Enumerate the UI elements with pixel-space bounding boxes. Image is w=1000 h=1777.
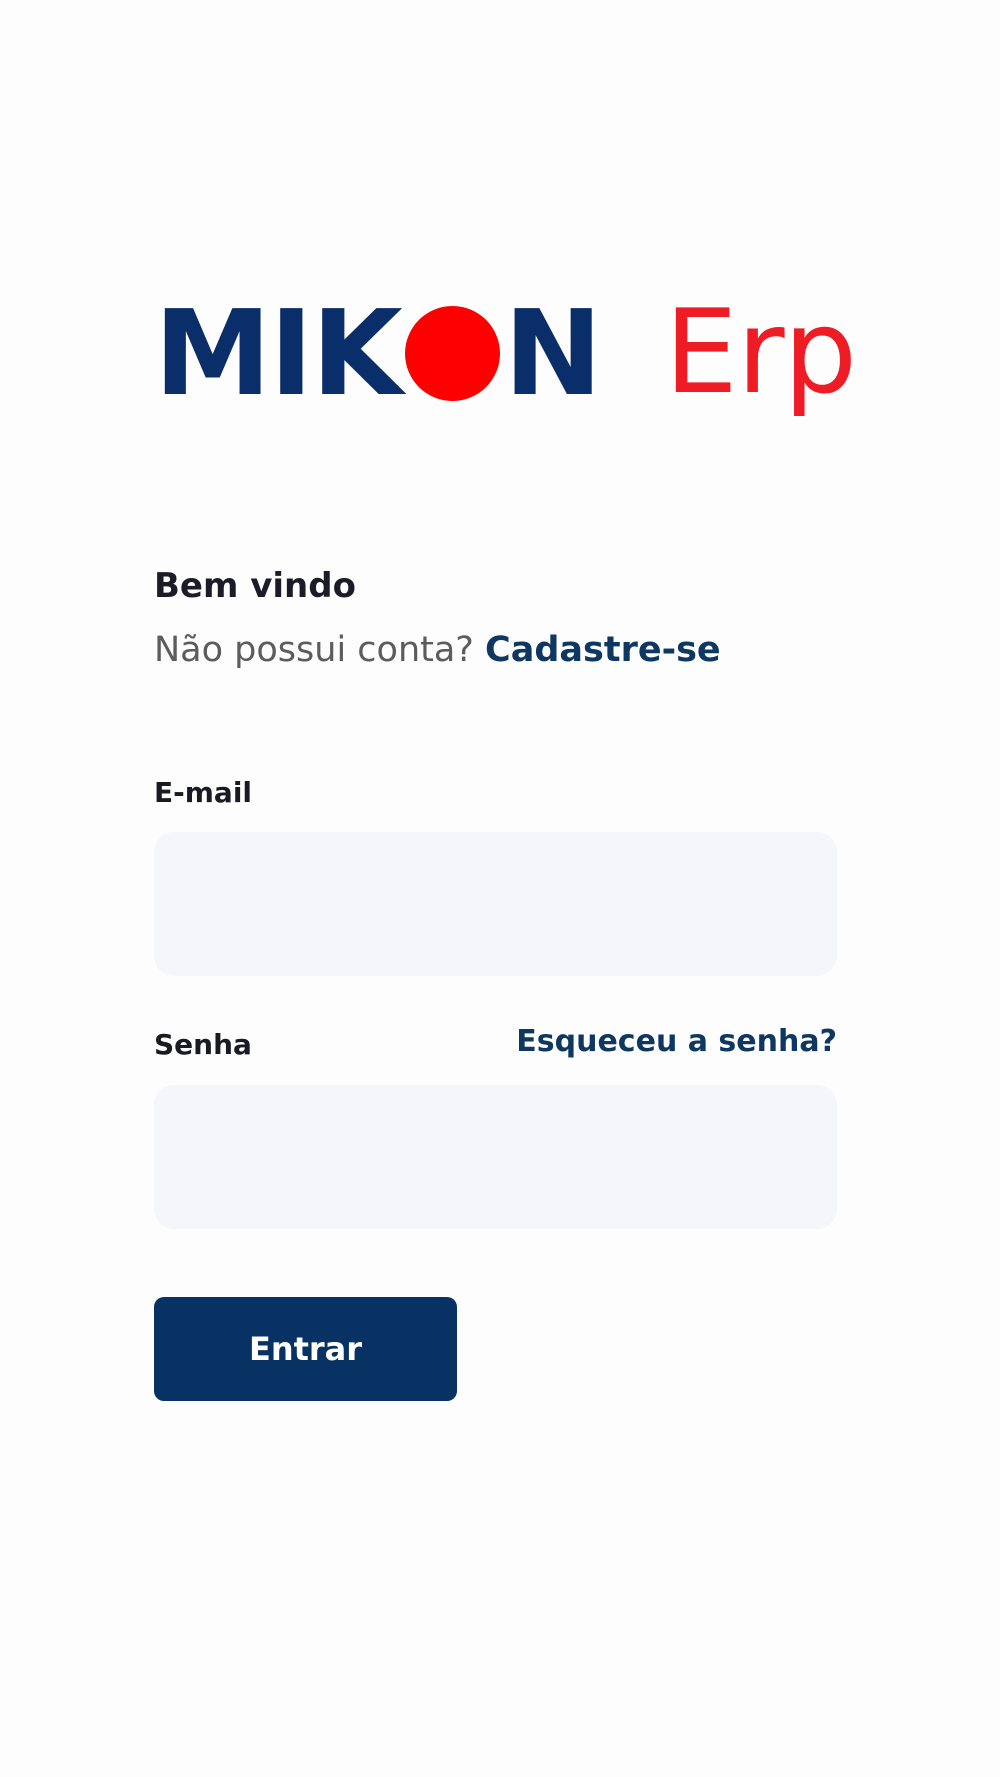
email-label: E-mail — [154, 776, 253, 809]
login-button[interactable]: Entrar — [154, 1297, 457, 1401]
logo-text-suffix: N — [503, 284, 603, 422]
logo-red-circle — [404, 305, 500, 401]
signup-prompt: Não possui conta? Cadastre-se — [154, 630, 721, 670]
welcome-title: Bem vindo — [154, 566, 356, 606]
signup-link[interactable]: Cadastre-se — [485, 630, 721, 670]
logo-product-name: Erp — [664, 285, 858, 420]
logo-wordmark: MIK N — [154, 284, 603, 422]
logo-text-prefix: MIK — [154, 284, 403, 422]
mikon-erp-logo: MIK N Erp — [154, 284, 857, 431]
email-field[interactable] — [154, 832, 837, 976]
login-page: MIK N Erp Bem vindo Não possui conta? Ca… — [0, 0, 1000, 1777]
no-account-text: Não possui conta? — [154, 630, 474, 670]
password-label: Senha — [154, 1028, 252, 1061]
forgot-password-link[interactable]: Esqueceu a senha? — [516, 1024, 837, 1059]
password-field[interactable] — [154, 1085, 837, 1229]
